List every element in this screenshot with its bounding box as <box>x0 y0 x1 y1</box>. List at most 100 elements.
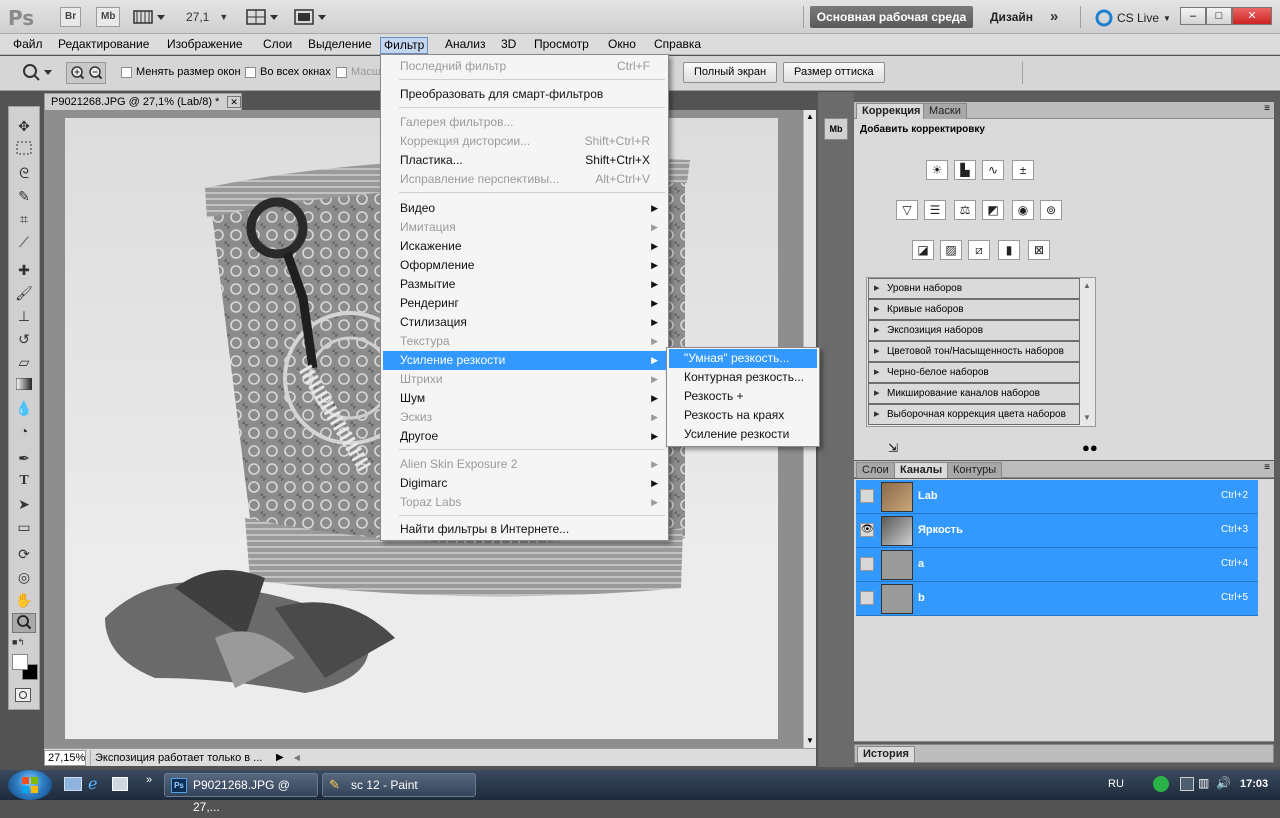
tray-app-icon[interactable] <box>1153 776 1169 792</box>
preset-selective-color[interactable]: Выборочная коррекция цвета наборов <box>868 404 1080 425</box>
black-white-icon[interactable]: ◩ <box>982 200 1004 220</box>
minimize-button[interactable]: – <box>1180 7 1206 25</box>
action-center-icon[interactable] <box>1180 777 1194 791</box>
brush-tool-icon[interactable]: 🖌 <box>12 283 36 303</box>
menu-item-noise[interactable]: Шум ▶ <box>383 389 666 408</box>
bridge-button[interactable]: Br <box>60 7 82 27</box>
design-workspace-button[interactable]: Дизайн <box>990 10 1033 24</box>
menu-view[interactable]: Просмотр <box>531 37 592 54</box>
submenu-item-sharpen-more[interactable]: Резкость + <box>669 387 817 406</box>
tab-correction[interactable]: Коррекция <box>856 103 927 119</box>
mini-bridge-button[interactable]: Mb <box>96 7 121 27</box>
menu-item-video[interactable]: Видео ▶ <box>383 199 666 218</box>
panel-menu-icon[interactable]: ≡ <box>1264 462 1270 473</box>
zoom-level-dropdown[interactable]: 27,1 ▼ <box>186 10 228 24</box>
presets-menu-icon[interactable]: ●● <box>1082 440 1098 455</box>
document-tab[interactable]: P9021268.JPG @ 27,1% (Lab/8) * ✕ <box>44 93 242 110</box>
menu-item-sharpen[interactable]: Усиление резкости ▶ <box>383 351 666 370</box>
tab-paths[interactable]: Контуры <box>947 462 1003 478</box>
visibility-toggle[interactable] <box>860 489 874 503</box>
close-icon[interactable]: ✕ <box>227 96 241 108</box>
exposure-icon[interactable]: ± <box>1012 160 1034 180</box>
clone-stamp-tool-icon[interactable]: ⊥ <box>12 306 36 326</box>
preset-exposure[interactable]: Экспозиция наборов <box>868 320 1080 341</box>
invert-icon[interactable]: ◪ <box>912 240 934 260</box>
menu-item-other[interactable]: Другое ▶ <box>383 427 666 446</box>
menu-3d[interactable]: 3D <box>498 37 519 54</box>
menu-window[interactable]: Окно <box>605 37 639 54</box>
scroll-left-icon[interactable]: ◀ <box>294 753 300 762</box>
scroll-down-icon[interactable]: ▼ <box>1083 413 1091 422</box>
hand-tool-icon[interactable]: ✋ <box>12 590 36 610</box>
close-button[interactable]: ✕ <box>1232 7 1272 25</box>
internet-explorer-icon[interactable]: ℯ <box>88 774 97 794</box>
start-button[interactable] <box>8 770 52 800</box>
selective-color-icon[interactable]: ⊠ <box>1028 240 1050 260</box>
menu-item-distort[interactable]: Искажение ▶ <box>383 237 666 256</box>
crop-tool-icon[interactable]: ⌗ <box>12 209 36 229</box>
menu-item-pixelate[interactable]: Оформление ▶ <box>383 256 666 275</box>
menu-item-blur[interactable]: Размытие ▶ <box>383 275 666 294</box>
posterize-icon[interactable]: ▨ <box>940 240 962 260</box>
scroll-up-icon[interactable]: ▲ <box>806 112 814 121</box>
healing-brush-tool-icon[interactable]: ✚ <box>12 260 36 280</box>
submenu-item-smart-sharpen[interactable]: "Умная" резкость... <box>669 349 817 368</box>
channel-row-b[interactable]: b Ctrl+5 <box>856 582 1258 616</box>
menu-image[interactable]: Изображение <box>164 37 246 54</box>
preset-black-white[interactable]: Черно-белое наборов <box>868 362 1080 383</box>
screen-mode-menu[interactable] <box>294 9 328 28</box>
3d-rotate-tool-icon[interactable]: ⟳ <box>12 544 36 564</box>
menu-item-liquify[interactable]: Пластика... Shift+Ctrl+X <box>383 151 666 170</box>
path-selection-tool-icon[interactable]: ➤ <box>12 494 36 514</box>
quick-mask-icon[interactable] <box>15 688 31 702</box>
hue-saturation-icon[interactable]: ☰ <box>924 200 946 220</box>
photo-filter-icon[interactable]: ◉ <box>1012 200 1034 220</box>
menu-item-digimarc[interactable]: Digimarc ▶ <box>383 474 666 493</box>
history-brush-tool-icon[interactable]: ↺ <box>12 329 36 349</box>
arrange-documents-menu[interactable] <box>246 9 280 28</box>
vibrance-icon[interactable]: ▽ <box>896 200 918 220</box>
mini-bridge-panel-icon[interactable]: Mb <box>824 118 848 140</box>
language-indicator[interactable]: RU <box>1108 778 1124 790</box>
volume-icon[interactable]: 🔊 <box>1216 776 1231 790</box>
type-tool-icon[interactable]: T <box>12 471 36 491</box>
visibility-toggle[interactable] <box>860 557 874 571</box>
eyedropper-tool-icon[interactable]: ⟋ <box>12 232 36 252</box>
submenu-item-sharpen-edges[interactable]: Резкость на краях <box>669 406 817 425</box>
zoom-percentage-field[interactable]: 27,15% <box>44 749 86 766</box>
pen-tool-icon[interactable]: ✒ <box>12 448 36 468</box>
menu-filter[interactable]: Фильтр <box>380 37 429 54</box>
curves-icon[interactable]: ∿ <box>982 160 1004 180</box>
eraser-tool-icon[interactable]: ▱ <box>12 352 36 372</box>
clock[interactable]: 17:03 <box>1240 778 1268 790</box>
default-colors-icon[interactable]: ■↰ <box>12 637 25 648</box>
tool-preset-picker[interactable] <box>20 62 52 82</box>
show-desktop-icon[interactable] <box>64 777 82 791</box>
preset-curves[interactable]: Кривые наборов <box>868 299 1080 320</box>
menu-edit[interactable]: Редактирование <box>55 37 152 54</box>
zoom-tool-icon[interactable] <box>12 613 36 633</box>
3d-orbit-tool-icon[interactable]: ◎ <box>12 567 36 587</box>
scrubby-zoom-checkbox[interactable]: Масшт <box>336 66 386 78</box>
maximize-button[interactable]: □ <box>1206 7 1232 25</box>
fullscreen-button[interactable]: Полный экран <box>683 62 778 83</box>
more-workspaces-button[interactable]: » <box>1050 8 1058 25</box>
print-size-button[interactable]: Размер оттиска <box>783 62 885 83</box>
taskbar-item-paint[interactable]: ✎ sc 12 - Paint <box>322 773 476 797</box>
cs-live-menu[interactable]: CS Live ▼ <box>1095 9 1171 27</box>
menu-layers[interactable]: Слои <box>260 37 295 54</box>
menu-analysis[interactable]: Анализ <box>442 37 489 54</box>
tab-masks[interactable]: Маски <box>923 103 967 119</box>
eye-icon[interactable]: 👁 <box>860 523 874 537</box>
preset-levels[interactable]: Уровни наборов <box>868 278 1080 299</box>
threshold-icon[interactable]: ⧄ <box>968 240 990 260</box>
scroll-down-icon[interactable]: ▼ <box>806 736 814 745</box>
clip-to-layer-icon[interactable]: ⇲ <box>888 441 898 455</box>
preset-hue-saturation[interactable]: Цветовой тон/Насыщенность наборов <box>868 341 1080 362</box>
menu-item-stylize[interactable]: Стилизация ▶ <box>383 313 666 332</box>
panel-menu-icon[interactable]: ≡ <box>1264 103 1270 114</box>
quick-launch-icon[interactable] <box>112 777 128 791</box>
dodge-tool-icon[interactable]: ◔ <box>12 421 36 441</box>
channel-mixer-icon[interactable]: ⊚ <box>1040 200 1062 220</box>
submenu-item-unsharp-mask[interactable]: Контурная резкость... <box>669 368 817 387</box>
